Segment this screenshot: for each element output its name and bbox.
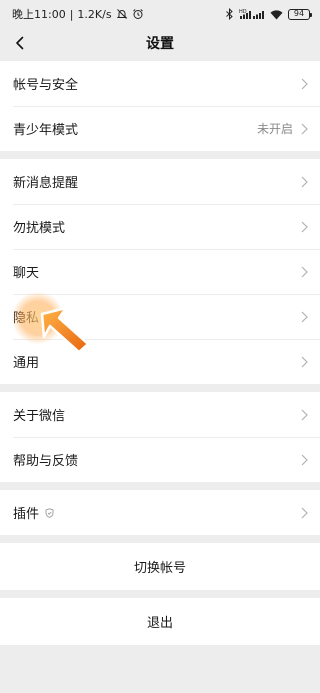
chevron-right-icon xyxy=(301,507,308,519)
row-left: 新消息提醒 xyxy=(13,172,78,191)
row-right xyxy=(301,266,308,278)
row-right xyxy=(301,311,308,323)
row-help-feedback[interactable]: 帮助与反馈 xyxy=(0,437,320,482)
chevron-right-icon xyxy=(301,454,308,466)
status-bar: 晚上11:00 | 1.2K/s HD 94 xyxy=(0,0,320,28)
row-chat[interactable]: 聊天 xyxy=(0,249,320,294)
nav-bar: 设置 xyxy=(0,28,320,58)
shield-icon xyxy=(45,507,54,518)
row-left: 插件 xyxy=(13,503,54,522)
row-account-security[interactable]: 帐号与安全 xyxy=(0,61,320,106)
row-general[interactable]: 通用 xyxy=(0,339,320,384)
row-youth-mode[interactable]: 青少年模式 未开启 xyxy=(0,106,320,151)
settings-group-account: 帐号与安全 青少年模式 未开启 xyxy=(0,61,320,151)
switch-account-button[interactable]: 切换帐号 xyxy=(0,543,320,590)
row-plugins[interactable]: 插件 xyxy=(0,490,320,535)
back-button[interactable] xyxy=(4,28,36,58)
row-left: 通用 xyxy=(13,352,39,371)
youth-mode-status: 未开启 xyxy=(256,122,293,136)
status-right: HD 94 xyxy=(225,8,312,20)
row-new-message-notify[interactable]: 新消息提醒 xyxy=(0,159,320,204)
row-label: 关于微信 xyxy=(13,409,66,424)
row-right xyxy=(301,78,308,90)
chevron-right-icon xyxy=(301,123,308,135)
logout-button[interactable]: 退出 xyxy=(0,598,320,645)
row-label: 新消息提醒 xyxy=(13,176,79,191)
settings-group-general: 新消息提醒 勿扰模式 聊天 隐私 通用 xyxy=(0,159,320,384)
settings-group-about: 关于微信 帮助与反馈 xyxy=(0,392,320,482)
bluetooth-icon xyxy=(225,8,234,20)
row-right xyxy=(301,221,308,233)
row-right xyxy=(301,356,308,368)
chevron-right-icon xyxy=(301,409,308,421)
alarm-icon xyxy=(132,8,144,20)
row-label: 帮助与反馈 xyxy=(13,454,79,469)
row-label: 青少年模式 xyxy=(13,123,79,138)
network-speed: 1.2K/s xyxy=(77,7,112,21)
row-right xyxy=(301,409,308,421)
settings-group-plugins: 插件 xyxy=(0,490,320,535)
mute-bell-icon xyxy=(116,8,128,20)
row-right xyxy=(301,454,308,466)
chevron-right-icon xyxy=(301,356,308,368)
row-label: 帐号与安全 xyxy=(13,78,79,93)
row-about-wechat[interactable]: 关于微信 xyxy=(0,392,320,437)
row-label: 隐私 xyxy=(13,311,40,326)
row-do-not-disturb[interactable]: 勿扰模式 xyxy=(0,204,320,249)
row-right xyxy=(301,176,308,188)
chevron-right-icon xyxy=(301,311,308,323)
row-left: 勿扰模式 xyxy=(13,217,65,236)
row-left: 帮助与反馈 xyxy=(13,450,78,469)
row-label: 聊天 xyxy=(13,266,40,281)
chevron-right-icon xyxy=(301,221,308,233)
chevron-left-icon xyxy=(16,36,24,50)
signal-hd-tag: HD xyxy=(239,9,247,15)
status-separator: | xyxy=(69,7,74,21)
logout-label: 退出 xyxy=(146,616,173,631)
switch-account-label: 切换帐号 xyxy=(133,561,186,576)
row-left: 帐号与安全 xyxy=(13,74,78,93)
settings-screen: 晚上11:00 | 1.2K/s HD 94 设置 帐号与安全 青少年模式 未开… xyxy=(0,0,320,693)
status-left: 晚上11:00 | 1.2K/s xyxy=(12,6,144,22)
battery-icon: 94 xyxy=(288,8,312,20)
row-privacy[interactable]: 隐私 xyxy=(0,294,320,339)
row-left: 聊天 xyxy=(13,262,39,281)
row-left: 隐私 xyxy=(13,307,39,326)
row-label: 勿扰模式 xyxy=(13,221,66,236)
row-right: 未开启 xyxy=(257,120,308,137)
row-left: 青少年模式 xyxy=(13,119,78,138)
chevron-right-icon xyxy=(301,266,308,278)
row-label: 插件 xyxy=(13,507,40,522)
signal-icon: HD xyxy=(239,8,265,20)
row-right xyxy=(301,507,308,519)
row-label: 通用 xyxy=(13,356,40,371)
wifi-icon xyxy=(270,9,283,20)
status-time: 晚上11:00 xyxy=(12,8,66,21)
chevron-right-icon xyxy=(301,176,308,188)
chevron-right-icon xyxy=(301,78,308,90)
row-left: 关于微信 xyxy=(13,405,65,424)
page-title: 设置 xyxy=(146,36,174,52)
